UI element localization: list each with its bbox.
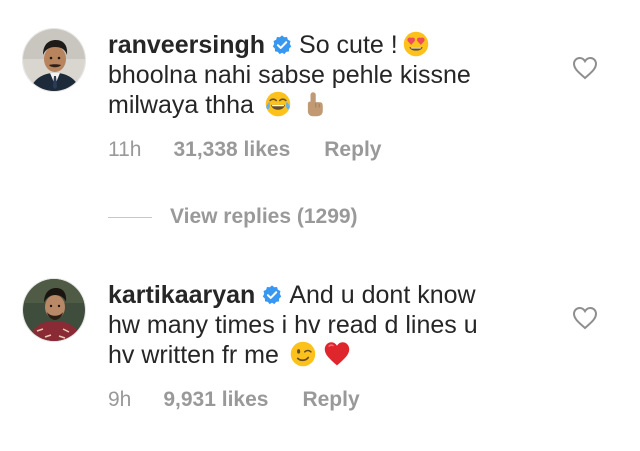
reply-button[interactable]: Reply xyxy=(324,138,381,162)
verified-badge-icon xyxy=(263,285,282,305)
comment-text-line-1: So cute ! xyxy=(299,31,398,59)
comment-likes[interactable]: 31,338 likes xyxy=(173,138,290,162)
comment-text-line-2: hw many times i hv read d lines u xyxy=(108,311,478,339)
avatar[interactable] xyxy=(22,278,86,342)
comment-text-line-3: hv written fr me xyxy=(108,341,279,369)
winking-face-emoji-icon xyxy=(290,341,316,367)
avatar-image xyxy=(23,279,85,341)
comment-username[interactable]: kartikaaryan xyxy=(108,281,255,309)
verified-badge-icon xyxy=(272,35,292,55)
comment-text-line-3: milwaya thha xyxy=(108,91,254,119)
tears-of-joy-emoji-icon xyxy=(265,91,291,117)
view-replies-label: View replies (1299) xyxy=(170,205,358,228)
index-pointing-up-emoji-icon xyxy=(307,92,323,117)
like-heart-icon[interactable] xyxy=(572,56,598,80)
comment-time: 11h xyxy=(108,138,142,161)
comment-text: ranveersingh So cute ! bhoolna nahi sabse… xyxy=(108,30,548,120)
like-heart-icon[interactable] xyxy=(572,306,598,330)
heart-eyes-emoji-icon xyxy=(403,31,428,57)
view-replies-divider xyxy=(108,216,152,218)
comment-likes[interactable]: 9,931 likes xyxy=(163,388,268,412)
avatar-image xyxy=(23,29,85,91)
comment-username[interactable]: ranveersingh xyxy=(108,31,265,59)
comment-meta: 9h 9,931 likes Reply xyxy=(108,388,360,412)
avatar[interactable] xyxy=(22,28,86,92)
comment-text: kartikaaryan And u dont know hw many time… xyxy=(108,280,548,370)
comment-item: kartikaaryan And u dont know hw many time… xyxy=(0,262,640,451)
comment-item: ranveersingh So cute ! bhoolna nahi sabse… xyxy=(0,0,640,200)
comment-text-line-2: bhoolna nahi sabse pehle kissne xyxy=(108,61,471,89)
comment-meta: 11h 31,338 likes Reply xyxy=(108,138,381,162)
view-replies-button[interactable]: View replies (1299) xyxy=(108,205,358,235)
comment-text-line-1: And u dont know xyxy=(289,281,476,309)
reply-button[interactable]: Reply xyxy=(302,388,359,412)
comment-time: 9h xyxy=(108,388,132,411)
red-heart-emoji-icon xyxy=(324,342,350,366)
